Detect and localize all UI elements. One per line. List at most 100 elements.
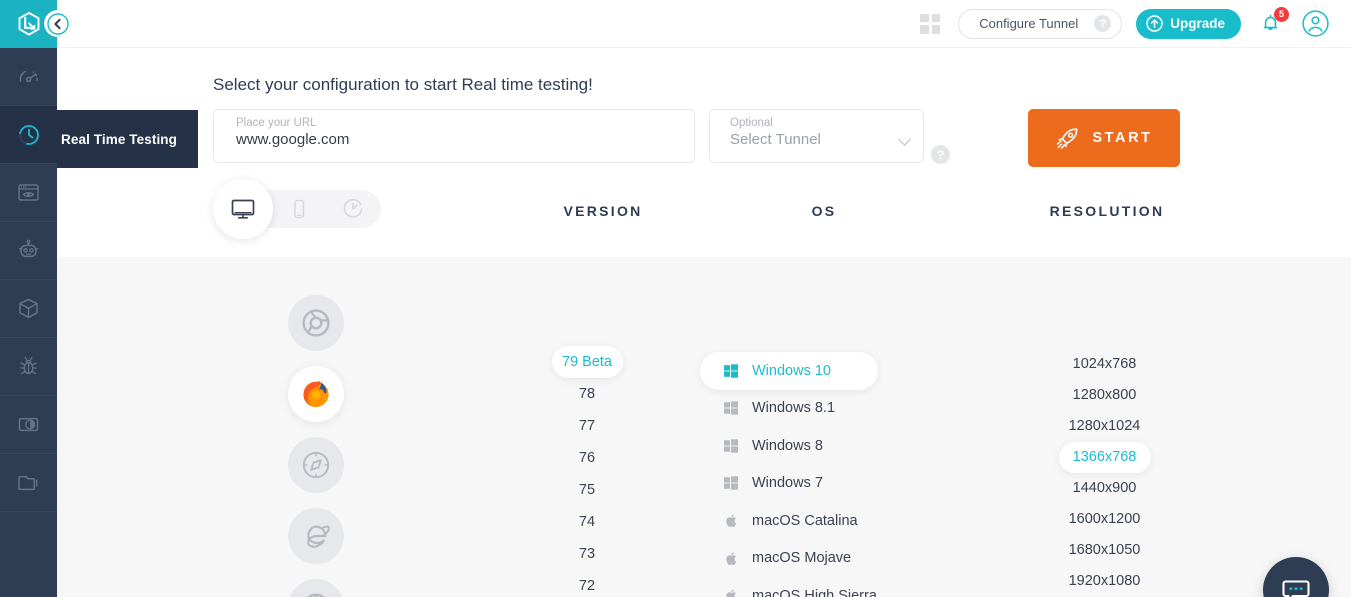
- version-item[interactable]: 77: [503, 410, 671, 442]
- resolution-item[interactable]: 1440x900: [977, 473, 1232, 504]
- lambdatest-logo-icon: [16, 11, 42, 37]
- user-avatar-button[interactable]: [1302, 10, 1329, 37]
- resolution-item[interactable]: 1024x768: [977, 349, 1232, 380]
- folder-icon: [16, 470, 41, 495]
- windows-icon: [724, 476, 738, 490]
- browser-item-opera[interactable]: [288, 579, 344, 597]
- internet-explorer-icon: [300, 520, 332, 552]
- os-item-label: macOS High Sierra: [752, 588, 877, 597]
- os-item[interactable]: macOS Catalina: [700, 502, 940, 540]
- speedometer-icon: [17, 65, 41, 89]
- os-item[interactable]: Windows 7: [700, 465, 940, 503]
- bug-icon: [16, 354, 41, 379]
- top-header: Configure Tunnel ? Upgrade 5: [57, 0, 1351, 48]
- visual-testing-icon: [16, 180, 41, 205]
- chevron-left-icon: [47, 13, 69, 35]
- package-box-icon: [16, 296, 41, 321]
- resolution-item[interactable]: 1366x768: [1059, 442, 1151, 473]
- browser-item-firefox[interactable]: [288, 366, 344, 422]
- sidebar-item-packages[interactable]: [0, 280, 57, 338]
- resolution-item[interactable]: 1280x800: [977, 380, 1232, 411]
- main-content: Select your configuration to start Real …: [57, 48, 1351, 597]
- version-item[interactable]: 75: [503, 474, 671, 506]
- browser-item-safari[interactable]: [288, 437, 344, 493]
- browser-item-chrome[interactable]: [288, 295, 344, 351]
- column-header-os: OS: [729, 203, 919, 219]
- start-button[interactable]: START: [1028, 109, 1180, 167]
- sidebar-nav: [0, 48, 57, 512]
- apple-icon: [724, 551, 738, 565]
- browser-item-internet-explorer[interactable]: [288, 508, 344, 564]
- os-item-label: Windows 10: [752, 363, 831, 379]
- sidebar-item-label: Real Time Testing: [61, 132, 177, 147]
- sidebar-item-automation[interactable]: [0, 222, 57, 280]
- version-item[interactable]: 76: [503, 442, 671, 474]
- history-clock-icon: [340, 196, 366, 222]
- os-item-label: Windows 7: [752, 475, 823, 491]
- safari-icon: [301, 450, 331, 480]
- automation-robot-icon: [16, 238, 41, 263]
- screenshot-compare-icon: [16, 412, 41, 437]
- os-item[interactable]: Windows 8.1: [700, 390, 940, 428]
- os-item[interactable]: Windows 8: [700, 427, 940, 465]
- version-item[interactable]: 79 Beta: [552, 346, 623, 378]
- os-item[interactable]: Windows 10: [700, 352, 878, 390]
- upgrade-button[interactable]: Upgrade: [1136, 9, 1241, 39]
- device-toggle-desktop[interactable]: [213, 179, 273, 239]
- version-item[interactable]: 72: [503, 570, 671, 597]
- resolution-item[interactable]: 1920x1080: [977, 566, 1232, 597]
- sidebar-collapse-button[interactable]: [44, 10, 71, 37]
- tunnel-select-label: Optional: [730, 117, 923, 129]
- real-time-testing-icon: [16, 122, 42, 148]
- url-input[interactable]: [236, 131, 648, 148]
- resolution-item[interactable]: 1680x1050: [977, 535, 1232, 566]
- configure-tunnel-button[interactable]: Configure Tunnel ?: [958, 9, 1122, 39]
- sidebar-item-visual-testing[interactable]: [0, 164, 57, 222]
- version-item[interactable]: 74: [503, 506, 671, 538]
- device-toggle-mobile[interactable]: [272, 190, 326, 228]
- mobile-phone-icon: [287, 197, 311, 221]
- os-item[interactable]: macOS Mojave: [700, 540, 940, 578]
- tunnel-help-icon[interactable]: ?: [1094, 15, 1111, 32]
- sidebar-item-screenshot-compare[interactable]: [0, 396, 57, 454]
- app-grid-icon[interactable]: [920, 14, 940, 34]
- left-sidebar: [0, 0, 57, 597]
- notifications-button[interactable]: 5: [1259, 12, 1282, 35]
- url-input-label: Place your URL: [236, 117, 694, 129]
- url-input-wrapper[interactable]: Place your URL: [213, 109, 695, 163]
- version-item[interactable]: 78: [503, 378, 671, 410]
- desktop-monitor-icon: [229, 195, 257, 223]
- os-list: Windows 10 Windows 8.1 Windows 8 Windows 7 m…: [700, 352, 940, 597]
- grid-square: [932, 14, 941, 23]
- column-header-resolution: RESOLUTION: [957, 203, 1257, 219]
- resolution-item[interactable]: 1600x1200: [977, 504, 1232, 535]
- version-item[interactable]: 73: [503, 538, 671, 570]
- notification-badge: 5: [1274, 7, 1289, 22]
- tunnel-select-value: Select Tunnel: [730, 131, 904, 148]
- grid-square: [932, 25, 941, 34]
- sidebar-item-bug-tracking[interactable]: [0, 338, 57, 396]
- device-toggle-history[interactable]: [326, 190, 380, 228]
- grid-square: [920, 14, 929, 23]
- os-item-label: Windows 8: [752, 438, 823, 454]
- windows-icon: [724, 364, 738, 378]
- sidebar-item-real-time-testing[interactable]: [0, 106, 57, 164]
- column-header-version: VERSION: [503, 203, 703, 219]
- arrow-up-circle-icon: [1146, 15, 1163, 32]
- tunnel-select[interactable]: Optional Select Tunnel: [709, 109, 924, 163]
- resolution-item[interactable]: 1280x1024: [977, 411, 1232, 442]
- resolution-list: 1024x7681280x8001280x10241366x7681440x90…: [977, 349, 1232, 597]
- configuration-lists: 79 Beta787776757473727170 Windows 10Wind…: [57, 257, 1351, 597]
- firefox-icon: [300, 378, 332, 410]
- tunnel-help-badge[interactable]: ?: [931, 145, 950, 164]
- rocket-icon: [1055, 126, 1080, 151]
- os-item[interactable]: macOS High Sierra: [700, 577, 940, 597]
- windows-icon: [724, 401, 738, 415]
- opera-icon: [301, 592, 331, 597]
- sidebar-item-files[interactable]: [0, 454, 57, 512]
- sidebar-active-label-flyout[interactable]: Real Time Testing: [57, 110, 198, 168]
- sidebar-item-dashboard[interactable]: [0, 48, 57, 106]
- upgrade-label: Upgrade: [1170, 16, 1225, 31]
- version-list: 79 Beta787776757473727170: [503, 346, 671, 597]
- chat-bubble-icon: [1280, 574, 1312, 597]
